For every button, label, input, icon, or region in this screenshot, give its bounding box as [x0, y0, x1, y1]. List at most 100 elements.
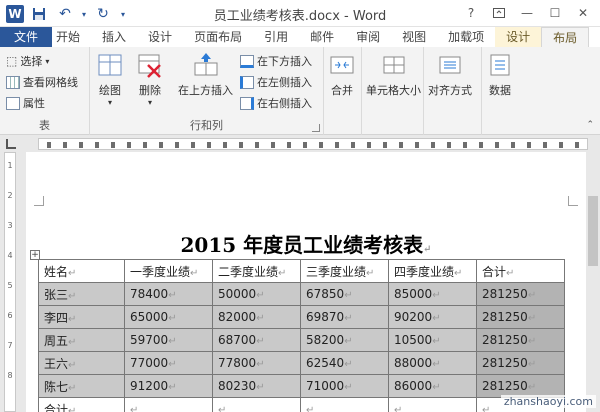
tab-page-layout[interactable]: 页面布局 — [183, 27, 253, 47]
performance-table[interactable]: 姓名↵ 一季度业绩↵ 二季度业绩↵ 三季度业绩↵ 四季度业绩↵ 合计↵ 张三↵ 78400↵ 5… — [38, 259, 565, 412]
tab-design[interactable]: 设计 — [137, 27, 183, 47]
dialog-launcher-icon[interactable] — [312, 124, 320, 132]
table-cell[interactable]: 王六↵ — [38, 351, 125, 375]
table-cell[interactable]: 281250↵ — [476, 351, 565, 375]
cell-end-mark: ↵ — [344, 359, 353, 370]
table-cell[interactable]: 10500↵ — [388, 328, 477, 352]
table-cell[interactable]: 71000↵ — [300, 374, 389, 398]
vertical-scrollbar[interactable] — [586, 152, 600, 412]
table-cell[interactable]: 四季度业绩↵ — [388, 259, 477, 283]
table-cell[interactable]: 62540↵ — [300, 351, 389, 375]
table-cell[interactable]: 三季度业绩↵ — [300, 259, 389, 283]
cell-end-mark: ↵ — [432, 290, 441, 301]
table-cell[interactable]: 86000↵ — [388, 374, 477, 398]
cell-end-mark: ↵ — [527, 359, 537, 370]
cell-size-group: 单元格大小 — [362, 47, 424, 135]
table-cell[interactable]: 78400↵ — [124, 282, 213, 306]
table-cell[interactable]: 77000↵ — [124, 351, 213, 375]
table-cell[interactable]: 68700↵ — [212, 328, 301, 352]
ruler-tick — [575, 142, 579, 148]
ribbon-display-icon[interactable] — [486, 3, 512, 23]
insert-right-button[interactable]: 在右侧插入 — [240, 95, 312, 111]
tab-view[interactable]: 视图 — [391, 27, 437, 47]
tab-insert[interactable]: 插入 — [91, 27, 137, 47]
cell-end-mark: ↵ — [168, 313, 177, 324]
table-cell[interactable]: 77800↵ — [212, 351, 301, 375]
ruler-tick — [95, 142, 99, 148]
table-cell[interactable]: 65000↵ — [124, 305, 213, 329]
ruler-tick — [223, 142, 227, 148]
table-cell[interactable]: 85000↵ — [388, 282, 477, 306]
table-cell[interactable]: 陈七↵ — [38, 374, 125, 398]
tab-review[interactable]: 审阅 — [345, 27, 391, 47]
table-cell[interactable]: 二季度业绩↵ — [212, 259, 301, 283]
table-cell[interactable]: 合计↵ — [476, 259, 565, 283]
delete-button[interactable]: 删除 ▾ — [136, 51, 164, 107]
ruler-strip[interactable] — [38, 138, 588, 150]
table-cell[interactable]: ↵ — [388, 397, 477, 412]
cell-text: 二季度业绩 — [218, 264, 279, 279]
cell-size-button[interactable]: 单元格大小 — [366, 51, 421, 98]
close-button[interactable]: ✕ — [570, 3, 596, 23]
cell-end-mark: ↵ — [68, 267, 77, 279]
tab-home[interactable]: 开始 — [52, 27, 91, 47]
table-cell[interactable]: 69870↵ — [300, 305, 389, 329]
table-cell[interactable]: 80230↵ — [212, 374, 301, 398]
tab-table-layout[interactable]: 布局 — [541, 27, 590, 47]
table-cell[interactable]: 91200↵ — [124, 374, 213, 398]
tab-table-design[interactable]: 设计 — [495, 27, 542, 47]
table-cell[interactable]: 张三↵ — [38, 282, 125, 306]
maximize-button[interactable]: ☐ — [542, 3, 568, 23]
table-cell[interactable]: 281250↵ — [476, 305, 565, 329]
table-cell[interactable]: 合计↵ — [38, 397, 125, 412]
ruler-tick — [527, 142, 531, 148]
cell-end-mark: ↵ — [168, 359, 177, 370]
table-cell[interactable]: 58200↵ — [300, 328, 389, 352]
table-cell[interactable]: 50000↵ — [212, 282, 301, 306]
tab-file[interactable]: 文件 — [0, 27, 53, 47]
table-cell[interactable]: 姓名↵ — [38, 259, 125, 283]
minimize-button[interactable]: — — [514, 3, 540, 23]
cell-end-mark: ↵ — [527, 336, 537, 347]
select-label: 选择 — [20, 55, 43, 68]
merge-group: 合并 — [324, 47, 362, 135]
cell-end-mark: ↵ — [432, 382, 441, 393]
table-cell[interactable]: 周五↵ — [38, 328, 125, 352]
table-cell[interactable]: 88000↵ — [388, 351, 477, 375]
properties-button[interactable]: 属性 — [6, 95, 45, 111]
view-gridlines-button[interactable]: 查看网格线 — [6, 74, 78, 90]
insert-below-button[interactable]: 在下方插入 — [240, 53, 312, 69]
collapse-ribbon-icon[interactable]: ⌃ — [586, 120, 594, 130]
cell-text: 一季度业绩 — [130, 264, 191, 279]
table-cell[interactable]: 一季度业绩↵ — [124, 259, 213, 283]
table-cell[interactable]: 59700↵ — [124, 328, 213, 352]
insert-left-button[interactable]: 在左侧插入 — [240, 74, 312, 90]
tab-mailings[interactable]: 邮件 — [299, 27, 345, 47]
alignment-button[interactable]: 对齐方式 — [428, 51, 472, 98]
ruler-tick — [143, 142, 147, 148]
cell-text: 三季度业绩 — [306, 264, 367, 279]
select-button[interactable]: ⬚ 选择 ▾ — [6, 53, 49, 69]
table-cell[interactable]: ↵ — [124, 397, 213, 412]
table-cell[interactable]: 李四↵ — [38, 305, 125, 329]
table-cell[interactable]: 67850↵ — [300, 282, 389, 306]
table-cell[interactable]: ↵ — [212, 397, 301, 412]
document-page[interactable]: 2015 年度员工业绩考核表↵ + 姓名↵ 一季度业绩↵ 二季度业绩↵ 三季度业绩↵ 四… — [26, 152, 586, 412]
tab-references[interactable]: 引用 — [253, 27, 299, 47]
data-button[interactable]: 数据 — [486, 51, 514, 98]
scrollbar-thumb[interactable] — [588, 196, 598, 266]
draw-button[interactable]: 绘图 ▾ — [96, 51, 124, 107]
cell-text: 91200 — [130, 379, 169, 393]
table-cell[interactable]: ↵ — [300, 397, 389, 412]
tab-addins[interactable]: 加载项 — [437, 27, 495, 47]
merge-button[interactable]: 合并 — [328, 51, 356, 98]
table-cell[interactable]: 281250↵ — [476, 328, 565, 352]
table-cell[interactable]: 82000↵ — [212, 305, 301, 329]
table-cell[interactable]: 90200↵ — [388, 305, 477, 329]
vertical-ruler-strip[interactable]: 1 2 3 4 5 6 7 8 — [4, 152, 16, 412]
tab-selector-icon[interactable] — [6, 139, 16, 149]
document-title[interactable]: 2015 年度员工业绩考核表↵ — [26, 229, 586, 258]
insert-above-button[interactable]: 在上方插入 — [178, 51, 233, 98]
table-cell[interactable]: 281250↵ — [476, 282, 565, 306]
help-button[interactable]: ? — [458, 3, 484, 23]
